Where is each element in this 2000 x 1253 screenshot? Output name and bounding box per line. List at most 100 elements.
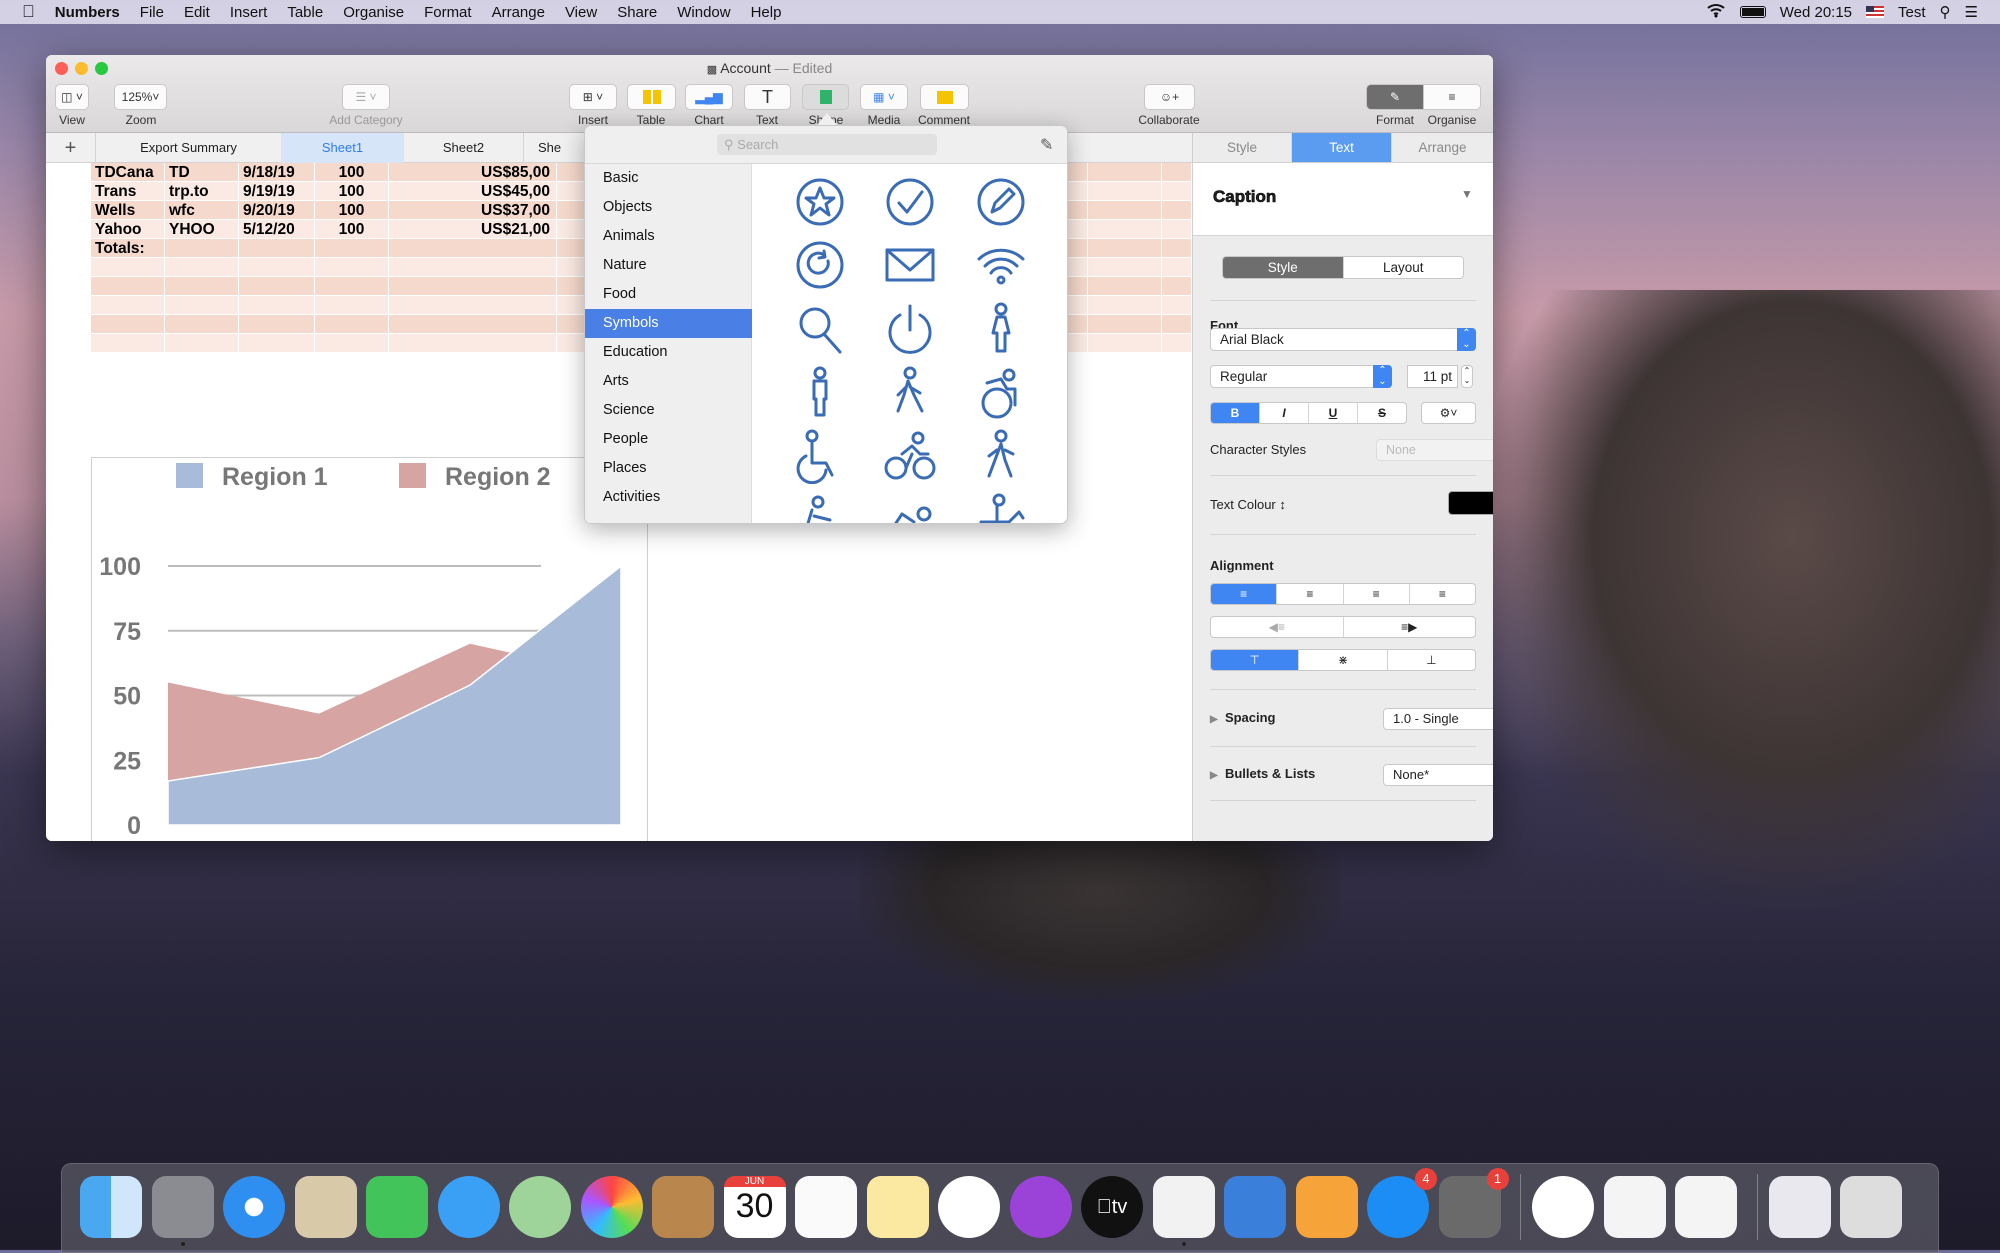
dock-numbers-icon[interactable]: [1152, 1176, 1215, 1238]
table-cell[interactable]: [165, 334, 239, 353]
swimmer-icon[interactable]: [882, 492, 938, 523]
table-button[interactable]: [627, 84, 676, 110]
rowing-icon[interactable]: [792, 492, 848, 523]
table-cell[interactable]: [1162, 334, 1192, 353]
table-cell[interactable]: [1162, 182, 1192, 201]
comment-button[interactable]: [920, 84, 969, 110]
table-cell[interactable]: 9/20/19: [239, 201, 315, 220]
menu-organise[interactable]: Organise: [333, 4, 414, 21]
dock-keynote-icon[interactable]: [1224, 1176, 1286, 1238]
table-cell[interactable]: [165, 258, 239, 277]
menu-share[interactable]: Share: [607, 4, 667, 21]
table-cell[interactable]: [165, 296, 239, 315]
spacing-disclosure[interactable]: ▶ Spacing: [1210, 710, 1276, 725]
tab-sheet2[interactable]: Sheet2: [404, 133, 524, 163]
magnifier-icon[interactable]: [792, 301, 848, 357]
table-cell[interactable]: 5/12/20: [239, 220, 315, 239]
refresh-circle-icon[interactable]: [792, 237, 848, 293]
menu-insert[interactable]: Insert: [220, 4, 278, 21]
dock-finder-icon[interactable]: [80, 1176, 142, 1238]
inspector-tab-text[interactable]: Text: [1292, 133, 1392, 163]
menu-app-name[interactable]: Numbers: [45, 4, 130, 21]
hiker-icon[interactable]: [973, 428, 1029, 484]
table-cell[interactable]: [91, 296, 165, 315]
dock-reminders-icon[interactable]: [795, 1176, 857, 1238]
area-chart[interactable]: 0255075100AprilMayJuneJulyRegion 1Region…: [91, 457, 648, 841]
checkmark-circle-icon[interactable]: [882, 174, 938, 230]
dock-facetime-icon[interactable]: [366, 1176, 428, 1238]
subtab-layout[interactable]: Layout: [1344, 257, 1464, 278]
table-cell[interactable]: wfc: [165, 201, 239, 220]
italic-button[interactable]: I: [1260, 403, 1309, 423]
menu-view[interactable]: View: [555, 4, 607, 21]
table-cell[interactable]: [1088, 277, 1162, 296]
table-cell[interactable]: [1088, 163, 1162, 182]
menu-arrange[interactable]: Arrange: [482, 4, 555, 21]
wheelchair-active-icon[interactable]: [973, 365, 1029, 421]
table-cell[interactable]: trp.to: [165, 182, 239, 201]
dock-chrome-icon[interactable]: [1532, 1176, 1594, 1238]
typeface-select[interactable]: Regular ⌃ ⌄: [1210, 365, 1392, 388]
table-cell[interactable]: YHOO: [165, 220, 239, 239]
menu-window[interactable]: Window: [667, 4, 740, 21]
menu-edit[interactable]: Edit: [174, 4, 220, 21]
bold-button[interactable]: B: [1211, 403, 1260, 423]
pedestrian-icon[interactable]: [882, 365, 938, 421]
table-cell[interactable]: [315, 334, 389, 353]
table-cell[interactable]: US$85,00: [389, 163, 557, 182]
table-cell[interactable]: [315, 239, 389, 258]
person-male-icon[interactable]: [792, 365, 848, 421]
cyclist-icon[interactable]: [882, 428, 938, 484]
table-cell[interactable]: [91, 258, 165, 277]
horse-rider-icon[interactable]: [973, 492, 1029, 523]
dock-podcasts-icon[interactable]: [1009, 1176, 1072, 1238]
bullets-select[interactable]: None*˅: [1383, 764, 1493, 786]
table-cell[interactable]: US$21,00: [389, 220, 557, 239]
add-sheet-button[interactable]: +: [46, 133, 96, 163]
dock-textedit-icon[interactable]: [1675, 1176, 1737, 1238]
dock-launchpad-icon[interactable]: [151, 1176, 214, 1238]
spacing-select[interactable]: 1.0 - Single⌃⌄: [1383, 708, 1493, 730]
tab-sheet1[interactable]: Sheet1: [281, 133, 404, 163]
user-name[interactable]: Test: [1898, 4, 1926, 21]
align-bottom-icon[interactable]: ⊥: [1388, 650, 1475, 670]
table-cell[interactable]: [91, 277, 165, 296]
wifi-icon[interactable]: [1706, 2, 1726, 22]
table-cell[interactable]: [165, 239, 239, 258]
font-size-field[interactable]: 11 pt: [1407, 365, 1458, 388]
font-family-select[interactable]: Arial Black ⌃ ⌄: [1210, 328, 1476, 351]
align-middle-icon[interactable]: ⋇: [1299, 650, 1388, 670]
bullets-disclosure[interactable]: ▶ Bullets & Lists: [1210, 766, 1315, 781]
dock-tv-icon[interactable]: tv: [1081, 1176, 1143, 1238]
dock-document-icon[interactable]: [1603, 1176, 1666, 1238]
table-cell[interactable]: [389, 277, 557, 296]
table-cell[interactable]: [91, 334, 165, 353]
table-cell[interactable]: 100: [315, 163, 389, 182]
dock-maps-icon[interactable]: [509, 1176, 571, 1238]
table-cell[interactable]: [1088, 258, 1162, 277]
underline-button[interactable]: U: [1309, 403, 1358, 423]
justify-icon[interactable]: ≡: [1410, 584, 1475, 604]
table-cell[interactable]: [1162, 296, 1192, 315]
table-cell[interactable]: [389, 315, 557, 334]
table-cell[interactable]: [1162, 201, 1192, 220]
text-colour-well[interactable]: [1448, 491, 1493, 515]
dock-system-preferences-icon[interactable]: 1: [1438, 1168, 1509, 1238]
pencil-circle-icon[interactable]: [973, 174, 1029, 230]
dock-app-store-icon[interactable]: 4: [1367, 1168, 1437, 1238]
shape-button[interactable]: [802, 84, 849, 110]
dock-contacts-icon[interactable]: [652, 1176, 714, 1238]
table-cell[interactable]: [315, 258, 389, 277]
dock-messages-icon[interactable]: [437, 1176, 500, 1238]
tab-sheet3[interactable]: She: [524, 133, 584, 163]
increase-indent-icon[interactable]: ≡▶: [1344, 617, 1476, 637]
dock-downloads-icon[interactable]: [1768, 1176, 1831, 1238]
table-cell[interactable]: [1162, 239, 1192, 258]
table-cell[interactable]: [1088, 220, 1162, 239]
inspector-tab-style[interactable]: Style: [1193, 133, 1292, 163]
dock-mail-icon[interactable]: [294, 1176, 357, 1238]
table-cell[interactable]: Wells: [91, 201, 165, 220]
collaborate-button[interactable]: ☺+: [1144, 84, 1195, 110]
dock-notes-icon[interactable]: [866, 1176, 929, 1238]
decrease-indent-icon[interactable]: ◀≡: [1211, 617, 1344, 637]
